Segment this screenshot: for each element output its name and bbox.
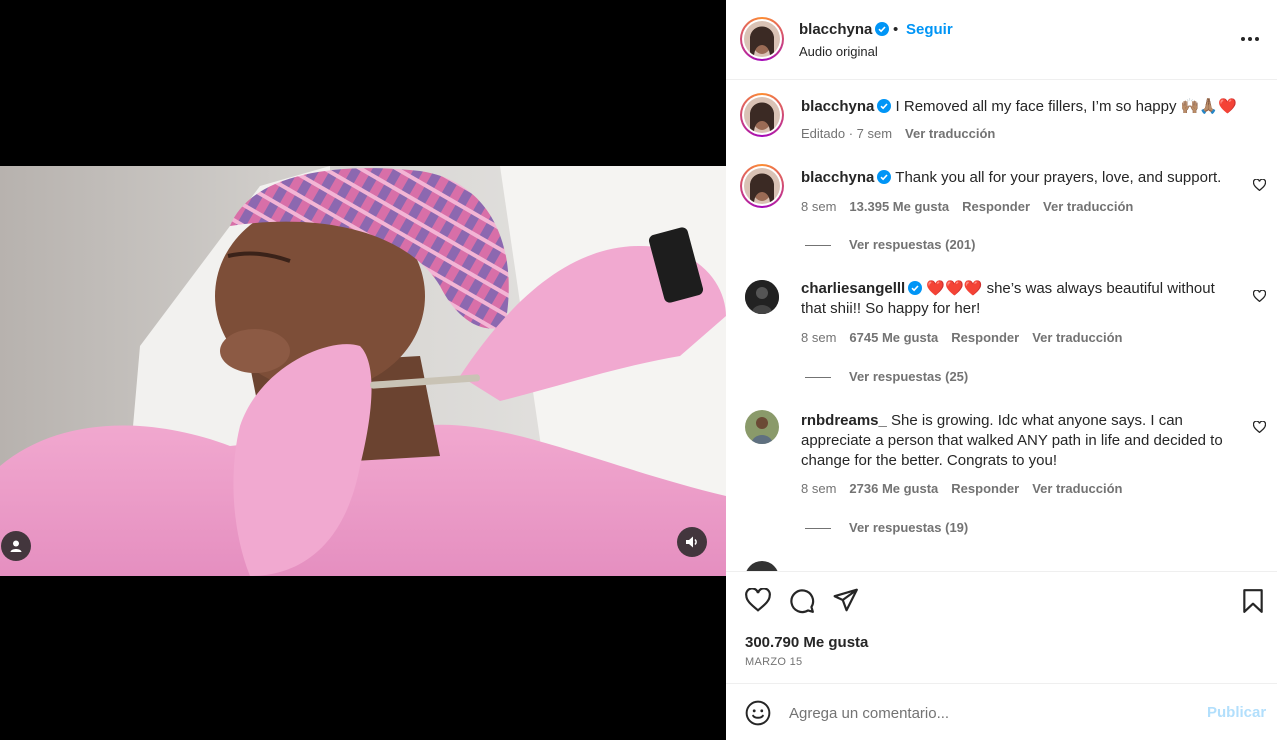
comment-time: 8 sem bbox=[801, 330, 837, 345]
verified-badge-icon bbox=[877, 99, 892, 113]
caption-meta: Editado · 7 sem Ver traducción bbox=[801, 126, 995, 141]
comment-avatar[interactable] bbox=[740, 164, 784, 208]
follow-button[interactable]: Seguir bbox=[906, 21, 953, 38]
comment-likes[interactable]: 6745 Me gusta bbox=[849, 330, 938, 345]
post-side-panel: blacchyna • Seguir Audio original blacch… bbox=[726, 0, 1277, 740]
view-replies-button[interactable]: Ver respuestas (19) bbox=[805, 520, 968, 535]
comment-time: 8 sem bbox=[801, 481, 837, 496]
more-horizontal-icon[interactable] bbox=[1240, 36, 1260, 42]
comment-meta: 8 sem 13.395 Me gusta Responder Ver traducc… bbox=[801, 199, 1133, 214]
comment-translate-link[interactable]: Ver traducción bbox=[1032, 330, 1122, 345]
reply-button[interactable]: Responder bbox=[962, 199, 1030, 214]
comment-body: blacchyna Thank you all for your prayers… bbox=[801, 168, 1241, 188]
comment-composer: Publicar bbox=[726, 683, 1277, 740]
post-header: blacchyna • Seguir Audio original bbox=[726, 0, 1277, 80]
view-replies-button[interactable]: Ver respuestas (25) bbox=[805, 369, 968, 384]
caption-edited: Editado · 7 sem bbox=[801, 126, 893, 141]
post-media[interactable] bbox=[0, 0, 726, 740]
heart-icon[interactable] bbox=[745, 588, 771, 612]
caption-username[interactable]: blacchyna bbox=[801, 98, 874, 115]
comment-meta: 8 sem 2736 Me gusta Responder Ver traducció… bbox=[801, 481, 1123, 496]
comment-input[interactable] bbox=[789, 701, 1189, 725]
caption-translate-link[interactable]: Ver traducción bbox=[905, 126, 995, 141]
post-actions: 300.790 Me gusta MARZO 15 bbox=[726, 571, 1277, 683]
caption: blacchyna I Removed all my face fillers,… bbox=[801, 97, 1241, 117]
send-icon[interactable] bbox=[833, 588, 859, 612]
comment-translate-link[interactable]: Ver traducción bbox=[1043, 199, 1133, 214]
video-frame-image bbox=[0, 166, 726, 576]
mute-button[interactable] bbox=[677, 527, 707, 557]
comment-body: rnbdreams_ She is growing. Idc what anyo… bbox=[801, 411, 1241, 471]
comment-meta: 8 sem 6745 Me gusta Responder Ver traducció… bbox=[801, 330, 1123, 345]
view-replies-label: Ver respuestas (25) bbox=[849, 369, 969, 384]
caption-avatar[interactable] bbox=[740, 93, 784, 137]
author-avatar[interactable] bbox=[740, 17, 784, 61]
replies-divider bbox=[805, 377, 831, 379]
comment-text: Thank you all for your prayers, love, an… bbox=[895, 169, 1222, 186]
bookmark-icon[interactable] bbox=[1242, 588, 1264, 614]
reply-button[interactable]: Responder bbox=[951, 481, 1019, 496]
separator-dot: • bbox=[893, 21, 899, 38]
view-replies-label: Ver respuestas (201) bbox=[849, 237, 976, 252]
user-icon bbox=[10, 540, 22, 552]
view-replies-button[interactable]: Ver respuestas (201) bbox=[805, 237, 975, 252]
comment-avatar-partial[interactable] bbox=[745, 561, 779, 571]
comment-like-heart-icon[interactable] bbox=[1253, 421, 1266, 433]
tagged-users-button[interactable] bbox=[1, 531, 31, 561]
comment-likes[interactable]: 2736 Me gusta bbox=[849, 481, 938, 496]
video-player[interactable] bbox=[0, 166, 726, 576]
comment-like-heart-icon[interactable] bbox=[1253, 290, 1266, 302]
verified-badge-icon bbox=[908, 281, 923, 295]
replies-divider bbox=[805, 528, 831, 530]
comment-likes[interactable]: 13.395 Me gusta bbox=[849, 199, 949, 214]
comment-username[interactable]: rnbdreams_ bbox=[801, 412, 887, 429]
comment-icon[interactable] bbox=[789, 588, 815, 614]
replies-divider bbox=[805, 245, 831, 247]
verified-badge-icon bbox=[877, 170, 892, 184]
comment-body: charliesangelll ❤️❤️❤️ she’s was always … bbox=[801, 279, 1241, 319]
audio-link[interactable]: Audio original bbox=[799, 44, 878, 59]
comment-avatar[interactable] bbox=[745, 410, 779, 444]
comment-avatar[interactable] bbox=[745, 280, 779, 314]
likes-count[interactable]: 300.790 Me gusta bbox=[745, 634, 868, 651]
comment-translate-link[interactable]: Ver traducción bbox=[1032, 481, 1122, 496]
comments-list[interactable]: blacchyna I Removed all my face fillers,… bbox=[726, 80, 1277, 571]
view-replies-label: Ver respuestas (19) bbox=[849, 520, 969, 535]
speaker-icon bbox=[686, 536, 697, 548]
comment-username[interactable]: blacchyna bbox=[801, 169, 874, 186]
comment-like-heart-icon[interactable] bbox=[1253, 179, 1266, 191]
caption-text: I Removed all my face fillers, I’m so ha… bbox=[895, 98, 1237, 115]
post-date[interactable]: MARZO 15 bbox=[745, 656, 802, 668]
verified-badge-icon bbox=[875, 22, 890, 36]
emoji-icon[interactable] bbox=[745, 700, 771, 726]
reply-button[interactable]: Responder bbox=[951, 330, 1019, 345]
author-username[interactable]: blacchyna bbox=[799, 21, 890, 38]
post-comment-button[interactable]: Publicar bbox=[1207, 704, 1266, 721]
comment-time: 8 sem bbox=[801, 199, 837, 214]
comment-username[interactable]: charliesangelll bbox=[801, 280, 905, 297]
